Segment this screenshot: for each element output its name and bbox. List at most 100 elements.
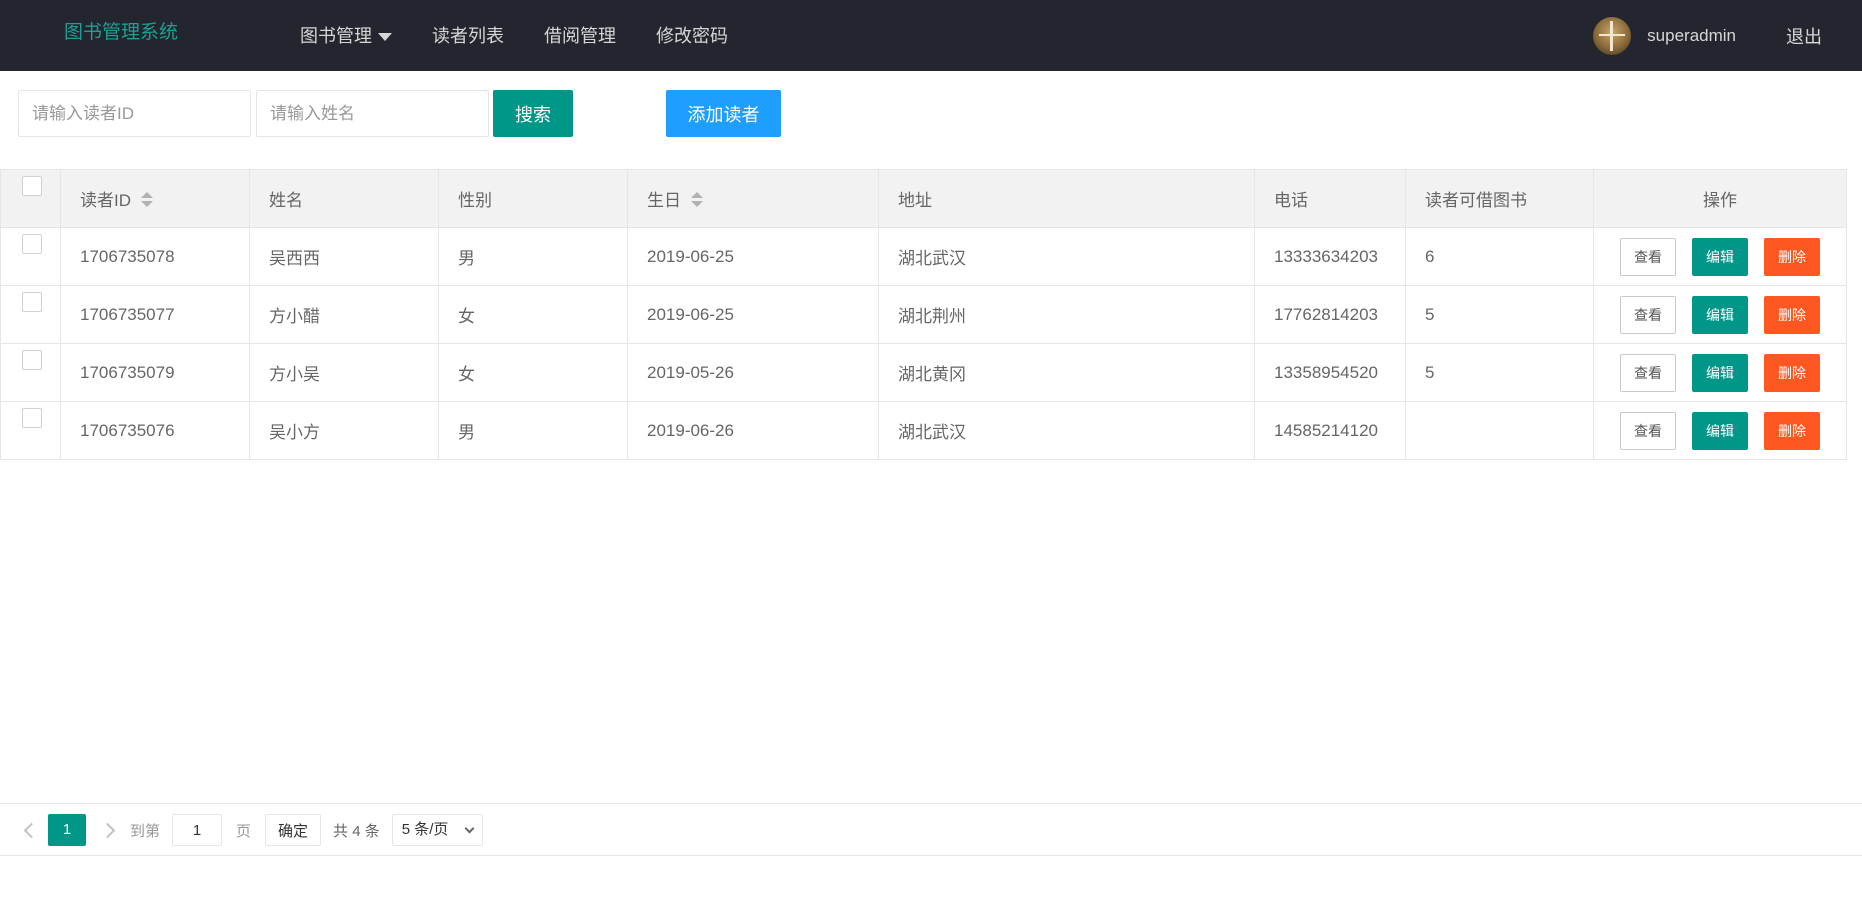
view-button[interactable]: 查看 [1620,295,1676,334]
sort-icon[interactable] [141,191,153,208]
table-header-row: 读者ID 姓名 性别 生日 地址 电话 读者可借图书 操作 [0,169,1847,228]
delete-button[interactable]: 删除 [1764,353,1820,392]
column-header-label: 地址 [898,191,932,210]
reader-table: 读者ID 姓名 性别 生日 地址 电话 读者可借图书 操作 1706735078… [0,169,1847,460]
row-checkbox-cell [0,401,61,460]
cell-birthday: 2019-06-25 [627,227,879,286]
cell-phone: 14585214120 [1254,401,1406,460]
cell-name: 吴小方 [249,401,439,460]
table-row: 1706735079 方小吴 女 2019-05-26 湖北黄冈 1335895… [0,343,1847,402]
table-row: 1706735076 吴小方 男 2019-06-26 湖北武汉 1458521… [0,401,1847,460]
cell-reader-id: 1706735078 [60,227,250,286]
nav-item-label: 图书管理 [300,25,372,46]
view-button[interactable]: 查看 [1620,237,1676,276]
column-header-name: 姓名 [249,169,439,228]
cell-address: 湖北武汉 [878,227,1255,286]
row-checkbox[interactable] [22,408,42,428]
row-checkbox[interactable] [22,292,42,312]
cell-actions: 查看 编辑 删除 [1593,227,1847,286]
page-unit-label: 页 [236,822,252,840]
cell-name: 吴西西 [249,227,439,286]
add-reader-button[interactable]: 添加读者 [666,90,781,137]
goto-label: 到第 [130,822,161,840]
column-header-gender: 性别 [438,169,628,228]
pager: 1 到第 页 确定 共 4 条 5 条/页 [18,813,483,847]
user-area: superadmin 退出 [1593,0,1862,71]
cell-gender: 女 [438,343,628,402]
edit-button[interactable]: 编辑 [1692,237,1748,276]
cell-address: 湖北武汉 [878,401,1255,460]
cell-gender: 女 [438,285,628,344]
username[interactable]: superadmin [1647,26,1736,46]
edit-button[interactable]: 编辑 [1692,353,1748,392]
sort-icon[interactable] [691,191,703,208]
column-header-phone: 电话 [1254,169,1406,228]
row-checkbox[interactable] [22,234,42,254]
nav-item-borrow-management[interactable]: 借阅管理 [524,0,636,71]
cell-gender: 男 [438,227,628,286]
cell-name: 方小吴 [249,343,439,402]
row-checkbox-cell [0,227,61,286]
logout-link[interactable]: 退出 [1786,23,1822,49]
search-toolbar: 搜索 添加读者 [18,90,818,137]
cell-phone: 17762814203 [1254,285,1406,344]
chevron-left-icon[interactable] [18,814,42,846]
cell-birthday: 2019-06-25 [627,285,879,344]
chevron-right-icon[interactable] [98,814,122,846]
view-button[interactable]: 查看 [1620,353,1676,392]
goto-page-input[interactable] [172,814,223,846]
nav-item-book-management[interactable]: 图书管理 [280,0,412,71]
row-checkbox-cell [0,343,61,402]
caret-down-icon [378,32,392,41]
cell-actions: 查看 编辑 删除 [1593,285,1847,344]
row-checkbox[interactable] [22,350,42,370]
column-header-label: 电话 [1274,191,1308,210]
column-header-label: 姓名 [269,191,303,210]
nav-item-change-password[interactable]: 修改密码 [636,0,748,71]
row-checkbox-cell [0,285,61,344]
nav-item-label: 修改密码 [656,25,728,46]
name-input[interactable] [256,90,489,137]
cell-reader-id: 1706735077 [60,285,250,344]
edit-button[interactable]: 编辑 [1692,295,1748,334]
reader-id-input[interactable] [18,90,251,137]
cell-birthday: 2019-06-26 [627,401,879,460]
cell-birthday: 2019-05-26 [627,343,879,402]
app-logo[interactable]: 图书管理系统 [64,0,178,71]
pagination-bar: 1 到第 页 确定 共 4 条 5 条/页 [0,803,1862,856]
top-header: 图书管理系统 图书管理 读者列表 借阅管理 修改密码 superadmin 退出 [0,0,1862,71]
select-all-checkbox[interactable] [22,176,42,196]
cell-gender: 男 [438,401,628,460]
header-checkbox-cell [0,169,61,228]
search-button[interactable]: 搜索 [493,90,573,137]
edit-button[interactable]: 编辑 [1692,411,1748,450]
cell-actions: 查看 编辑 删除 [1593,401,1847,460]
column-header-birthday[interactable]: 生日 [627,169,879,228]
cell-quota: 5 [1405,343,1594,402]
goto-confirm-button[interactable]: 确定 [265,814,322,846]
cell-quota: 6 [1405,227,1594,286]
chevron-down-icon [464,823,475,834]
cell-name: 方小醋 [249,285,439,344]
delete-button[interactable]: 删除 [1764,411,1820,450]
table-row: 1706735078 吴西西 男 2019-06-25 湖北武汉 1333363… [0,227,1847,286]
cell-phone: 13333634203 [1254,227,1406,286]
page-size-value: 5 条/页 [401,821,449,838]
current-page-button[interactable]: 1 [48,814,86,846]
cell-quota [1405,401,1594,460]
view-button[interactable]: 查看 [1620,411,1676,450]
page-size-select[interactable]: 5 条/页 [391,814,483,846]
nav-item-reader-list[interactable]: 读者列表 [412,0,524,71]
column-header-label: 操作 [1703,191,1737,210]
column-header-quota: 读者可借图书 [1405,169,1594,228]
cell-reader-id: 1706735076 [60,401,250,460]
nav-item-label: 读者列表 [432,25,504,46]
cell-address: 湖北黄冈 [878,343,1255,402]
delete-button[interactable]: 删除 [1764,237,1820,276]
delete-button[interactable]: 删除 [1764,295,1820,334]
main-nav: 图书管理 读者列表 借阅管理 修改密码 [280,0,748,71]
cell-actions: 查看 编辑 删除 [1593,343,1847,402]
column-header-reader-id[interactable]: 读者ID [60,169,250,228]
cell-quota: 5 [1405,285,1594,344]
avatar[interactable] [1593,16,1632,55]
